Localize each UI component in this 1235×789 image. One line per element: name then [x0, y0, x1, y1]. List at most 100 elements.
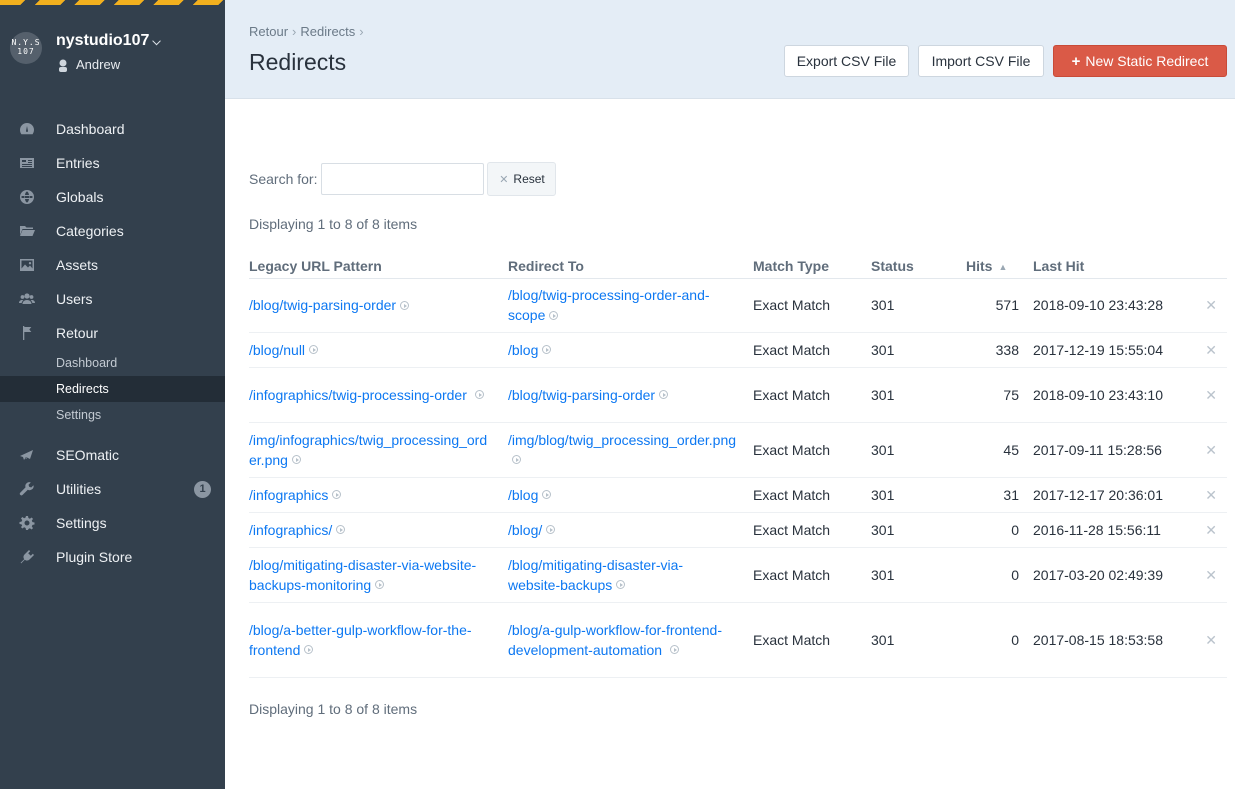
- export-csv-button[interactable]: Export CSV File: [784, 45, 909, 77]
- search-input[interactable]: [321, 163, 485, 195]
- breadcrumb-separator: ›: [292, 24, 297, 39]
- search-label: Search for:: [249, 171, 318, 187]
- nav-dashboard[interactable]: Dashboard: [0, 112, 225, 146]
- table-row: /blog/a-better-gulp-workflow-for-the-fro…: [249, 602, 1227, 678]
- status-code: 301: [871, 547, 966, 603]
- external-link-icon[interactable]: [512, 455, 521, 465]
- column-header-status[interactable]: Status: [871, 254, 966, 279]
- nav-seomatic[interactable]: SEOmatic: [0, 438, 225, 472]
- image-icon: [18, 256, 36, 274]
- external-link-icon[interactable]: [304, 645, 314, 655]
- nav-entries[interactable]: Entries: [0, 146, 225, 180]
- nav-label: Settings: [56, 515, 107, 531]
- external-link-icon[interactable]: [400, 300, 410, 310]
- pagination-info-bottom: Displaying 1 to 8 of 8 items: [249, 701, 418, 717]
- column-header-hits[interactable]: Hits ▲: [966, 254, 1033, 279]
- site-name-row[interactable]: nystudio107 ⌵: [56, 32, 161, 51]
- new-static-redirect-button[interactable]: + New Static Redirect: [1053, 45, 1227, 77]
- table-row: /infographics/twig-processing-order /blo…: [249, 367, 1227, 423]
- legacy-url-link[interactable]: /blog/null: [249, 342, 305, 358]
- site-name: nystudio107: [56, 32, 150, 49]
- plugin-nav: SEOmatic Utilities 1 Settings Plugin Sto…: [0, 438, 225, 574]
- redirect-to-link[interactable]: /blog/: [508, 522, 542, 538]
- legacy-url-link[interactable]: /blog/a-better-gulp-workflow-for-the-fro…: [249, 622, 472, 658]
- hits-count: 31: [966, 477, 1033, 513]
- reset-button[interactable]: ✕ Reset: [487, 162, 557, 196]
- external-link-icon[interactable]: [375, 580, 385, 590]
- match-type: Exact Match: [753, 278, 871, 333]
- nav-settings[interactable]: Settings: [0, 506, 225, 540]
- nav-retour-redirects[interactable]: Redirects: [0, 376, 225, 402]
- external-link-icon[interactable]: [474, 390, 484, 400]
- delete-icon[interactable]: ✕: [1197, 278, 1227, 333]
- match-type: Exact Match: [753, 602, 871, 678]
- external-link-icon[interactable]: [309, 345, 319, 355]
- site-logo: N.Y.S 107: [10, 32, 42, 64]
- column-header-last-hit[interactable]: Last Hit: [1033, 254, 1197, 279]
- legacy-url-link[interactable]: /img/infographics/twig_processing_order.…: [249, 432, 487, 468]
- match-type: Exact Match: [753, 477, 871, 513]
- user-menu[interactable]: Andrew: [56, 57, 161, 72]
- external-link-icon[interactable]: [291, 455, 301, 465]
- nav-retour[interactable]: Retour: [0, 316, 225, 350]
- redirect-to-link[interactable]: /blog/twig-processing-order-and-scope: [508, 287, 710, 323]
- legacy-url-link[interactable]: /infographics/: [249, 522, 332, 538]
- close-icon: ✕: [499, 173, 509, 186]
- globe-icon: [18, 188, 36, 206]
- legacy-url-link[interactable]: /infographics/twig-processing-order: [249, 387, 467, 403]
- search-row: Search for: ✕ Reset: [249, 162, 557, 196]
- import-csv-button[interactable]: Import CSV File: [918, 45, 1044, 77]
- redirect-to-link[interactable]: /img/blog/twig_processing_order.png: [508, 432, 736, 448]
- nav-plugin-store[interactable]: Plugin Store: [0, 540, 225, 574]
- external-link-icon[interactable]: [542, 490, 552, 500]
- nav-users[interactable]: Users: [0, 282, 225, 316]
- delete-icon[interactable]: ✕: [1197, 332, 1227, 368]
- legacy-url-link[interactable]: /blog/mitigating-disaster-via-website-ba…: [249, 557, 476, 593]
- nav-assets[interactable]: Assets: [0, 248, 225, 282]
- users-icon: [18, 290, 36, 308]
- nav-retour-settings[interactable]: Settings: [0, 402, 225, 428]
- column-header-match-type[interactable]: Match Type: [753, 254, 871, 279]
- last-hit: 2017-12-19 15:55:04: [1033, 332, 1197, 368]
- site-switcher[interactable]: N.Y.S 107 nystudio107 ⌵ Andrew: [10, 32, 161, 72]
- redirect-to-link[interactable]: /blog/mitigating-disaster-via-website-ba…: [508, 557, 683, 593]
- nav-globals[interactable]: Globals: [0, 180, 225, 214]
- external-link-icon[interactable]: [546, 525, 556, 535]
- table-header-row: Legacy URL Pattern Redirect To Match Typ…: [249, 254, 1227, 279]
- breadcrumb-retour[interactable]: Retour: [249, 24, 288, 39]
- legacy-url-link[interactable]: /blog/twig-parsing-order: [249, 297, 396, 313]
- last-hit: 2016-11-28 15:56:11: [1033, 512, 1197, 548]
- column-header-redirect-to[interactable]: Redirect To: [508, 254, 753, 279]
- match-type: Exact Match: [753, 367, 871, 423]
- external-link-icon[interactable]: [332, 490, 342, 500]
- external-link-icon[interactable]: [336, 525, 346, 535]
- nav-retour-dashboard[interactable]: Dashboard: [0, 350, 225, 376]
- last-hit: 2018-09-10 23:43:28: [1033, 278, 1197, 333]
- column-header-legacy-url[interactable]: Legacy URL Pattern: [249, 254, 508, 279]
- nav-utilities[interactable]: Utilities 1: [0, 472, 225, 506]
- gear-icon: [18, 514, 36, 532]
- redirect-to-link[interactable]: /blog/twig-parsing-order: [508, 387, 655, 403]
- delete-icon[interactable]: ✕: [1197, 512, 1227, 548]
- delete-icon[interactable]: ✕: [1197, 367, 1227, 423]
- external-link-icon[interactable]: [616, 580, 626, 590]
- external-link-icon[interactable]: [549, 310, 559, 320]
- external-link-icon[interactable]: [542, 345, 552, 355]
- redirect-to-link[interactable]: /blog: [508, 487, 538, 503]
- main-nav: Dashboard Entries Globals Categories Ass…: [0, 112, 225, 428]
- legacy-url-link[interactable]: /infographics: [249, 487, 328, 503]
- redirect-to-link[interactable]: /blog: [508, 342, 538, 358]
- delete-icon[interactable]: ✕: [1197, 602, 1227, 678]
- external-link-icon[interactable]: [659, 390, 669, 400]
- external-link-icon[interactable]: [670, 645, 679, 655]
- delete-icon[interactable]: ✕: [1197, 477, 1227, 513]
- delete-icon[interactable]: ✕: [1197, 547, 1227, 603]
- hits-count: 45: [966, 422, 1033, 478]
- nav-label: Entries: [56, 155, 100, 171]
- redirect-to-link[interactable]: /blog/a-gulp-workflow-for-frontend-devel…: [508, 622, 722, 658]
- last-hit: 2017-12-17 20:36:01: [1033, 477, 1197, 513]
- delete-icon[interactable]: ✕: [1197, 422, 1227, 478]
- nav-label: Retour: [56, 325, 99, 341]
- nav-categories[interactable]: Categories: [0, 214, 225, 248]
- breadcrumb-redirects[interactable]: Redirects: [300, 24, 355, 39]
